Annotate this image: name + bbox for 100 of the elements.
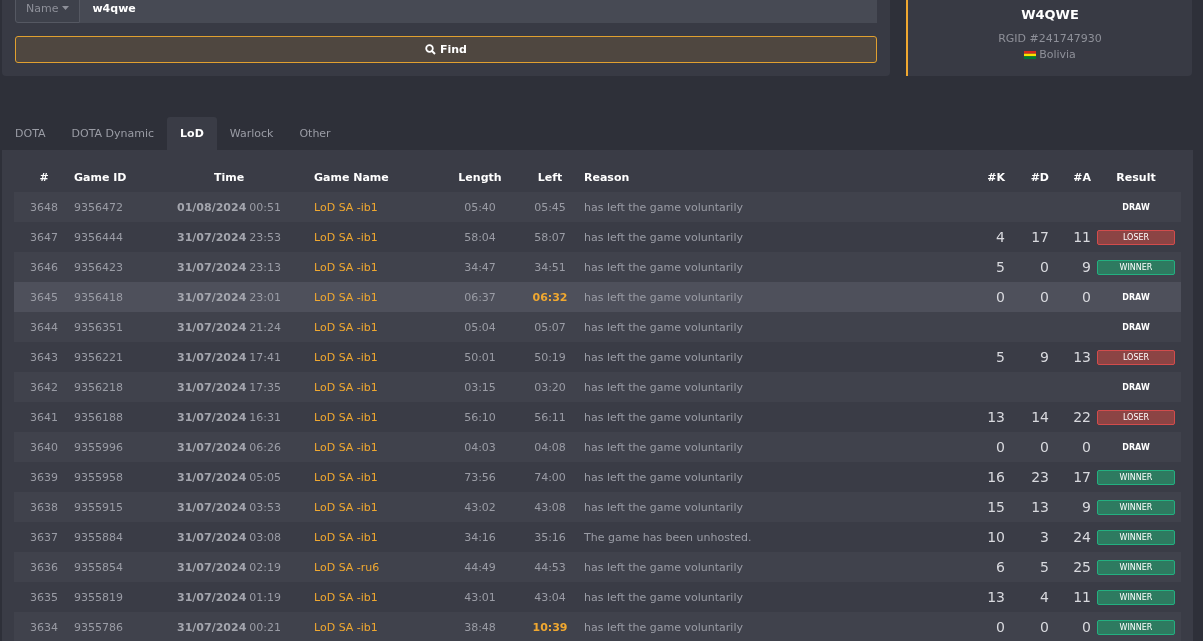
- table-cell-text: 3639: [29, 470, 59, 484]
- player-name: W4QWE: [1021, 7, 1079, 22]
- game-tab[interactable]: LoD: [167, 117, 217, 150]
- table-cell-text: 3637: [29, 530, 59, 544]
- game-name-link[interactable]: LoD SA -ib1: [314, 290, 444, 304]
- game-name-link[interactable]: LoD SA -ib1: [314, 380, 444, 394]
- table-cell-text: 74:00: [533, 470, 567, 484]
- table-cell-text: 4: [1039, 589, 1049, 605]
- table-cell-text: 05:04: [463, 320, 497, 334]
- table-cell-text: 04:03: [463, 440, 497, 454]
- table-cell-text: 6: [995, 559, 1005, 575]
- search-field-selector[interactable]: Name: [15, 0, 81, 23]
- time-cell-text: 31/07/2024 23:01: [176, 290, 282, 304]
- time-cell-text: 31/07/2024 01:19: [176, 590, 282, 604]
- table-cell-text: 5: [1039, 559, 1049, 575]
- game-name-link[interactable]: LoD SA -ib1: [314, 470, 444, 484]
- table-cell-text: 06:32: [531, 290, 569, 304]
- table-cell-text: 0: [995, 289, 1005, 305]
- column-header: Time: [212, 170, 246, 184]
- game-row[interactable]: 3640 9355996 31/07/2024 06:26 LoD SA -ib1 04:03 04:08 has left the game voluntarily 0 0 0 DRAW: [14, 432, 1181, 462]
- result-badge: WINNER: [1097, 619, 1175, 635]
- table-cell-text: 56:10: [463, 410, 497, 424]
- time-cell-text: 31/07/2024 03:53: [176, 500, 282, 514]
- caret-icon: [62, 6, 70, 10]
- table-cell-text: 11: [1072, 589, 1091, 605]
- table-cell-text: 05:45: [533, 200, 567, 214]
- table-cell-text: 58:07: [533, 230, 567, 244]
- table-cell-text: 73:56: [463, 470, 497, 484]
- table-cell-text: 0: [1081, 439, 1091, 455]
- table-cell-text: 22: [1072, 409, 1091, 425]
- table-cell-text: 06:37: [463, 290, 497, 304]
- column-header: Game Name: [314, 170, 390, 184]
- column-header: Length: [457, 170, 503, 184]
- table-cell-text: 34:16: [463, 530, 497, 544]
- game-row[interactable]: 3646 9356423 31/07/2024 23:13 LoD SA -ib1 34:47 34:51 has left the game voluntarily 5 0 9 WINNER: [14, 252, 1181, 282]
- table-cell-text: 3641: [29, 410, 59, 424]
- game-name-link[interactable]: LoD SA -ib1: [314, 410, 444, 424]
- game-name-link[interactable]: LoD SA -ru6: [314, 560, 444, 574]
- table-cell-text: 0: [995, 619, 1005, 635]
- game-name-link[interactable]: LoD SA -ib1: [314, 320, 444, 334]
- table-cell-text: 03:20: [533, 380, 567, 394]
- table-cell-text: 9356444: [74, 230, 124, 244]
- game-row[interactable]: 3638 9355915 31/07/2024 03:53 LoD SA -ib1 43:02 43:08 has left the game voluntarily 15 13 9 WINNER: [14, 492, 1181, 522]
- table-cell-text: has left the game voluntarily: [584, 260, 744, 274]
- table-cell-text: 4: [995, 229, 1005, 245]
- table-cell-text: 50:01: [463, 350, 497, 364]
- table-cell-text: 43:08: [533, 500, 567, 514]
- game-name-link[interactable]: LoD SA -ib1: [314, 260, 444, 274]
- table-cell-text: 34:47: [463, 260, 497, 274]
- game-row[interactable]: 3636 9355854 31/07/2024 02:19 LoD SA -ru6 44:49 44:53 has left the game voluntarily 6 5 25 WINNER: [14, 552, 1181, 582]
- game-name-link[interactable]: LoD SA -ib1: [314, 230, 444, 244]
- game-row[interactable]: 3645 9356418 31/07/2024 23:01 LoD SA -ib1 06:37 06:32 has left the game voluntarily 0 0 0 DRAW: [14, 282, 1181, 312]
- table-cell-text: 13: [1030, 499, 1049, 515]
- table-cell-text: 43:04: [533, 590, 567, 604]
- game-name-link[interactable]: LoD SA -ib1: [314, 500, 444, 514]
- time-cell-text: 31/07/2024 06:26: [176, 440, 282, 454]
- table-cell-text: has left the game voluntarily: [584, 230, 744, 244]
- time-cell-text: 31/07/2024 23:53: [176, 230, 282, 244]
- column-header: Reason: [584, 170, 631, 184]
- table-cell-text: 3: [1039, 529, 1049, 545]
- game-row[interactable]: 3634 9355786 31/07/2024 00:21 LoD SA -ib1 38:48 10:39 has left the game voluntarily 0 0 0 WINNER: [14, 612, 1181, 641]
- game-name-link[interactable]: LoD SA -ib1: [314, 590, 444, 604]
- table-cell-text: 0: [995, 439, 1005, 455]
- table-cell-text: 3640: [29, 440, 59, 454]
- result-label: DRAW: [1121, 291, 1151, 304]
- table-cell-text: 0: [1039, 439, 1049, 455]
- table-cell-text: 16: [986, 469, 1005, 485]
- table-cell-text: 10:39: [531, 620, 569, 634]
- table-cell-text: 9: [1081, 499, 1091, 515]
- table-cell-text: 5: [995, 259, 1005, 275]
- table-cell-text: 34:51: [533, 260, 567, 274]
- table-cell-text: 9355854: [74, 560, 124, 574]
- table-cell-text: 05:40: [463, 200, 497, 214]
- game-name-link[interactable]: LoD SA -ib1: [314, 440, 444, 454]
- find-button[interactable]: Find: [15, 36, 877, 63]
- search-field[interactable]: w4qwe: [80, 0, 877, 23]
- game-tab[interactable]: DOTA: [2, 117, 59, 150]
- column-header: #A: [1072, 170, 1091, 184]
- game-name-link[interactable]: LoD SA -ib1: [314, 530, 444, 544]
- game-row[interactable]: 3648 9356472 01/08/2024 00:51 LoD SA -ib1 05:40 05:45 has left the game voluntarily DRAW: [14, 192, 1181, 222]
- game-name-link[interactable]: LoD SA -ib1: [314, 350, 444, 364]
- time-cell-text: 31/07/2024 02:19: [176, 560, 282, 574]
- table-cell-text: 9355958: [74, 470, 124, 484]
- table-cell-text: 3634: [29, 620, 59, 634]
- table-cell-text: 9355915: [74, 500, 124, 514]
- table-cell-text: 38:48: [463, 620, 497, 634]
- table-cell-text: 50:19: [533, 350, 567, 364]
- game-row[interactable]: 3642 9356218 31/07/2024 17:35 LoD SA -ib1 03:15 03:20 has left the game voluntarily DRAW: [14, 372, 1181, 402]
- game-name-link[interactable]: LoD SA -ib1: [314, 200, 444, 214]
- game-row[interactable]: 3644 9356351 31/07/2024 21:24 LoD SA -ib1 05:04 05:07 has left the game voluntarily DRAW: [14, 312, 1181, 342]
- game-tab[interactable]: Warlock: [216, 117, 287, 150]
- game-tab[interactable]: Other: [286, 117, 344, 150]
- column-header: Result: [1115, 170, 1157, 184]
- table-cell-text: 13: [1072, 349, 1091, 365]
- game-tab[interactable]: DOTA Dynamic: [58, 117, 168, 150]
- player-rgid: RGID #241747930: [998, 31, 1102, 47]
- time-cell-text: 01/08/2024 00:51: [176, 200, 282, 214]
- game-name-link[interactable]: LoD SA -ib1: [314, 620, 444, 634]
- table-cell-text: 9356218: [74, 380, 124, 394]
- table-cell-text: 3648: [29, 200, 59, 214]
